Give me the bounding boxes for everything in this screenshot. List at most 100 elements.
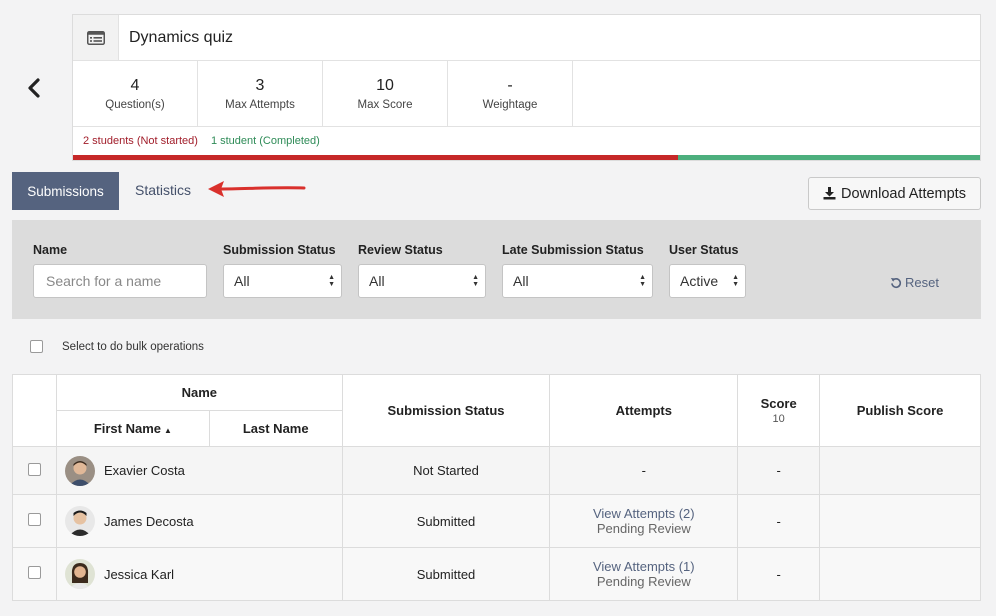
stat-value: 3 (255, 76, 265, 94)
reset-label: Reset (905, 275, 939, 290)
reset-icon (890, 277, 902, 288)
stat-max-attempts: 3 Max Attempts (198, 61, 323, 126)
stat-label: Question(s) (105, 98, 165, 111)
late-submission-status-select[interactable]: All ▲ ▼ (502, 264, 653, 298)
pending-review-label: Pending Review (596, 574, 691, 589)
row-checkbox[interactable] (27, 513, 41, 526)
first-name-header[interactable]: First Name ▲ (55, 410, 210, 447)
select-caret-icon: ▲ ▼ (472, 274, 479, 288)
stat-questions: 4 Question(s) (73, 61, 198, 126)
sort-ascending-icon: ▲ (164, 426, 172, 435)
quiz-header: Dynamics quiz (73, 15, 980, 61)
score-cell: - (737, 446, 821, 495)
back-button[interactable] (22, 74, 46, 102)
quiz-icon-box (73, 15, 119, 60)
select-column-header (12, 374, 57, 447)
select-caret-icon: ▲ ▼ (732, 274, 739, 288)
submission-status-select[interactable]: All ▲ ▼ (223, 264, 342, 298)
red-arrow-annotation-icon (208, 181, 306, 197)
legend-completed: 1 student (Completed) (210, 135, 320, 147)
stat-value: 10 (376, 76, 394, 94)
select-value: All (513, 273, 529, 289)
tab-submissions[interactable]: Submissions (12, 172, 119, 210)
score-cell: - (737, 494, 821, 548)
student-name-cell: Exavier Costa (55, 446, 343, 495)
review-status-select[interactable]: All ▲ ▼ (358, 264, 486, 298)
score-header-label: Score (760, 396, 797, 411)
select-caret-icon: ▲ ▼ (328, 274, 335, 288)
filter-panel: Name Submission Status All ▲▼ Review Sta… (12, 220, 981, 319)
publish-score-cell (819, 494, 981, 548)
table-row: Exavier Costa Not Started - - (12, 446, 981, 495)
quiz-title: Dynamics quiz (129, 28, 234, 46)
view-attempts-link[interactable]: View Attempts (1) (550, 559, 737, 574)
publish-score-cell (819, 547, 981, 601)
download-label: Download Attempts (841, 185, 966, 202)
row-select-cell (12, 547, 57, 601)
stat-label: Max Score (357, 98, 413, 111)
publish-score-cell (819, 446, 981, 495)
chevron-left-icon (28, 78, 40, 98)
first-name-header-label: First Name (93, 421, 162, 436)
select-value: Active (680, 273, 719, 289)
stat-value: - (507, 76, 513, 94)
stat-label: Weightage (482, 98, 538, 111)
row-checkbox[interactable] (27, 566, 41, 579)
download-attempts-button[interactable]: Download Attempts (808, 177, 981, 210)
filter-late-status-label: Late Submission Status (502, 243, 644, 257)
select-caret-icon: ▲ ▼ (639, 274, 646, 288)
last-name-header[interactable]: Last Name (208, 410, 343, 447)
reset-button[interactable]: Reset (890, 275, 939, 290)
quiz-list-icon (86, 30, 105, 45)
view-attempts-link[interactable]: View Attempts (2) (550, 506, 737, 521)
filter-user-status-label: User Status (669, 243, 739, 257)
avatar (64, 506, 95, 536)
name-header: Name (55, 374, 343, 411)
student-name: James Decosta (103, 513, 194, 529)
user-status-select[interactable]: Active ▲ ▼ (669, 264, 746, 298)
bulk-select: Select to do bulk operations (30, 340, 204, 353)
select-value: All (234, 273, 250, 289)
score-max-label: 10 (772, 413, 785, 425)
score-cell: - (737, 547, 821, 601)
student-name: Jessica Karl (103, 566, 175, 582)
select-value: All (369, 273, 385, 289)
publish-score-header: Publish Score (819, 374, 981, 447)
table-row: James Decosta Submitted View Attempts (2… (12, 494, 981, 548)
row-select-cell (12, 446, 57, 495)
submission-status-cell: Submitted (341, 547, 551, 601)
name-search-input[interactable] (33, 264, 207, 298)
filter-name-label: Name (33, 243, 68, 257)
attempts-value: - (641, 463, 646, 478)
download-icon (823, 187, 836, 200)
attempts-header: Attempts (549, 374, 739, 447)
attempts-cell: View Attempts (2) Pending Review (549, 494, 739, 548)
table-row: Jessica Karl Submitted View Attempts (1)… (12, 547, 981, 601)
student-name-cell: Jessica Karl (55, 547, 343, 601)
bulk-select-checkbox[interactable] (30, 340, 43, 353)
attempts-cell: View Attempts (1) Pending Review (549, 547, 739, 601)
completion-progress-bar (73, 155, 980, 160)
submission-status-cell: Submitted (341, 494, 551, 548)
pending-review-label: Pending Review (596, 521, 691, 536)
score-header: Score 10 (737, 374, 821, 447)
stat-weightage: - Weightage (448, 61, 573, 126)
filter-submission-status-label: Submission Status (223, 243, 336, 257)
row-checkbox[interactable] (27, 462, 41, 476)
quiz-stats: 4 Question(s) 3 Max Attempts 10 Max Scor… (73, 61, 980, 127)
stat-max-score: 10 Max Score (323, 61, 448, 126)
filter-review-status-label: Review Status (358, 243, 443, 257)
progress-not-started (73, 155, 678, 160)
status-legend: 2 students (Not started) 1 student (Comp… (73, 127, 980, 155)
bulk-select-label: Select to do bulk operations (62, 340, 204, 353)
submission-status-header: Submission Status (341, 374, 551, 447)
avatar (64, 455, 95, 486)
student-name: Exavier Costa (103, 463, 185, 478)
avatar (64, 559, 95, 589)
row-select-cell (12, 494, 57, 548)
tab-statistics[interactable]: Statistics (135, 182, 191, 198)
submission-status-cell: Not Started (341, 446, 551, 495)
legend-not-started: 2 students (Not started) (83, 135, 198, 147)
submissions-table: Name Submission Status Attempts Score 10… (12, 374, 981, 601)
progress-completed (677, 155, 980, 160)
